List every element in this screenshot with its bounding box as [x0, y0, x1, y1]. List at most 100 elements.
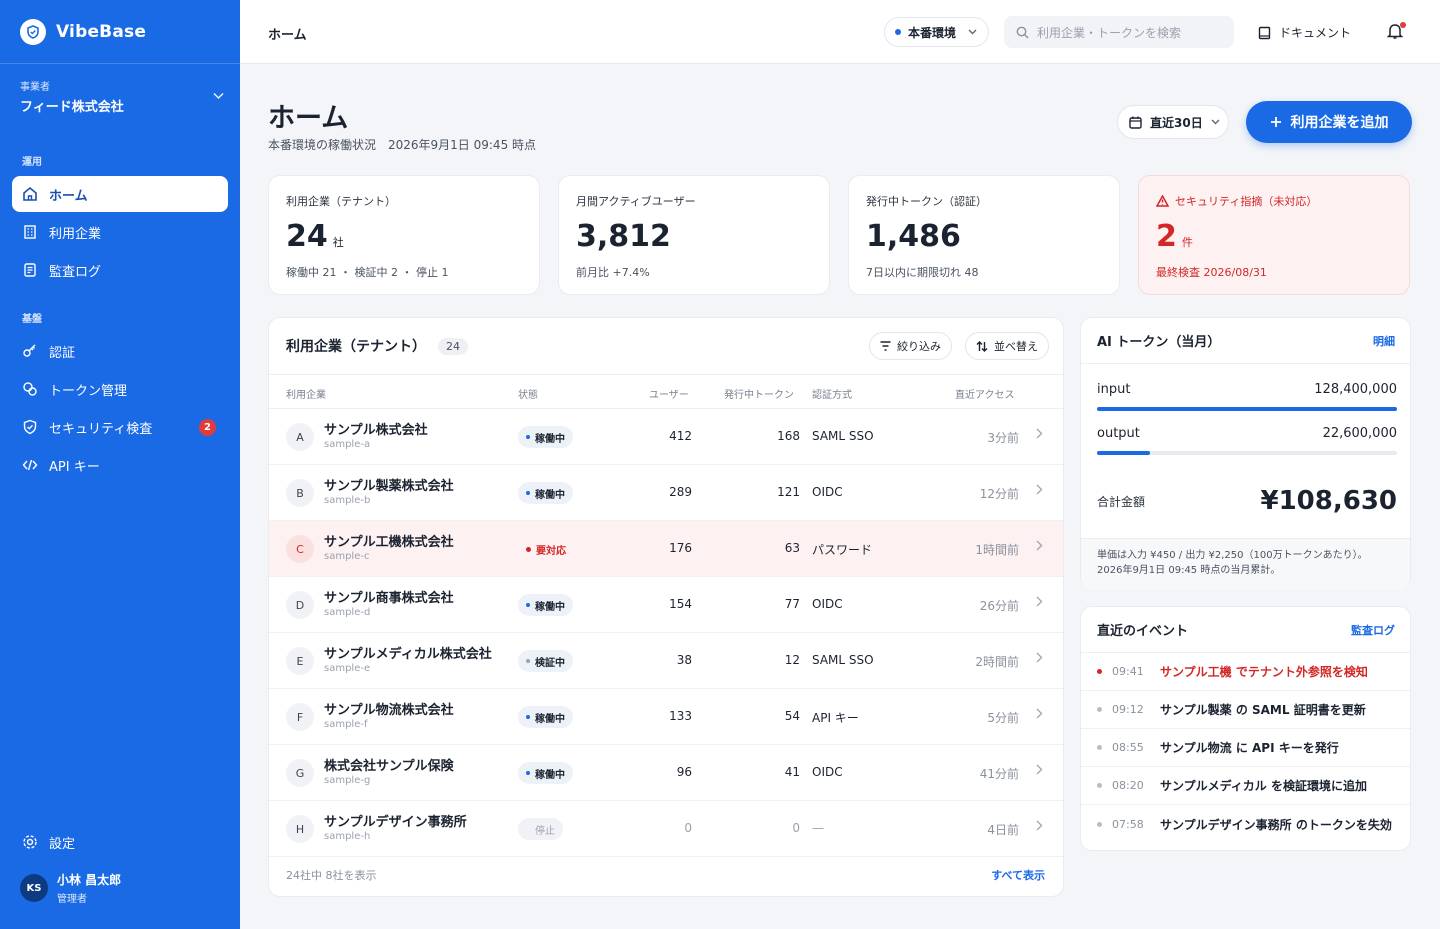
sidebar-item-label: ホーム	[49, 188, 88, 204]
table-row[interactable]: D サンプル商事株式会社 sample-d 稼働中 154 77 OIDC 26分前	[269, 577, 1063, 633]
brand[interactable]: VibeBase	[0, 0, 240, 64]
table-row[interactable]: H サンプルデザイン事務所 sample-h 停止 0 0 — 4日前	[269, 801, 1063, 857]
column-header-tokens[interactable]: 発行中トークン	[724, 386, 794, 401]
tenant-name: サンプル株式会社	[324, 423, 428, 438]
chevron-right-icon	[1036, 427, 1043, 443]
tenant-slug: sample-c	[324, 551, 370, 562]
tenant-tokens: 12	[784, 653, 800, 667]
tenant-slug: sample-g	[324, 775, 371, 786]
tenant-slug: sample-a	[324, 439, 371, 450]
input-bar	[1097, 407, 1397, 411]
table-row[interactable]: E サンプルメディカル株式会社 sample-e 検証中 38 12 SAML SSO 2時間…	[269, 633, 1063, 689]
status-label: 稼働中	[535, 713, 565, 725]
sidebar-item-audit-log[interactable]: 監査ログ	[12, 252, 228, 288]
event-item[interactable]: 09:41 サンプル工機 でテナント外参照を検知	[1081, 653, 1410, 691]
tenant-avatar: C	[286, 535, 314, 563]
user-profile[interactable]: KS 小林 昌太郎 管理者	[20, 871, 121, 905]
ai-tokens-title: AI トークン（当月）	[1097, 335, 1221, 350]
status-badge: 検証中	[518, 650, 573, 672]
filter-button[interactable]: 絞り込み	[869, 332, 952, 360]
docs-link[interactable]: ドキュメント	[1258, 24, 1351, 41]
chevron-right-icon	[1036, 483, 1043, 499]
home-icon	[22, 186, 38, 202]
status-dot	[526, 771, 530, 775]
column-header-tenant[interactable]: 利用企業	[286, 386, 326, 401]
table-row[interactable]: B サンプル製薬株式会社 sample-b 稼働中 289 121 OIDC 12分前	[269, 465, 1063, 521]
stat-label-text: セキュリティ指摘（未対応）	[1175, 195, 1318, 208]
sidebar: VibeBase 事業者 フィード株式会社 運用 ホーム 利用企業 監査ログ 基…	[0, 0, 240, 929]
stat-note: 7日以内に期限切れ 48	[866, 266, 979, 279]
tenant-tokens: 121	[777, 485, 800, 499]
audit-log-link[interactable]: 監査ログ	[1351, 622, 1395, 638]
org-switcher[interactable]: 事業者 フィード株式会社	[20, 78, 224, 115]
stat-value: 24 社	[286, 219, 522, 254]
tenant-users: 412	[669, 429, 692, 443]
stat-note: 前月比 +7.4%	[576, 266, 650, 279]
show-all-link[interactable]: すべて表示	[991, 867, 1045, 883]
chevron-down-icon	[213, 90, 224, 103]
stat-label: 月間アクティブユーザー	[576, 195, 696, 208]
column-header-users[interactable]: ユーザー	[649, 386, 689, 401]
table-row[interactable]: F サンプル物流株式会社 sample-f 稼働中 133 54 API キー 5分前	[269, 689, 1063, 745]
section-label-ops: 運用	[22, 157, 42, 168]
events-title: 直近のイベント	[1097, 624, 1189, 639]
tenant-auth-method: パスワード	[812, 543, 873, 557]
status-label: 検証中	[535, 657, 565, 669]
status-badge: 稼働中	[518, 706, 573, 728]
table-row[interactable]: C サンプル工機株式会社 sample-c 要対応 176 63 パスワード 1時間前	[269, 521, 1063, 577]
chevron-down-icon	[968, 27, 977, 38]
total-value: ¥108,630	[1260, 486, 1397, 516]
status-badge: 要対応	[518, 538, 574, 560]
pricing-note-line: 単価は入力 ¥450 / 出力 ¥2,250（100万トークンあたり）。	[1097, 550, 1368, 561]
event-item[interactable]: 07:58 サンプルデザイン事務所 のトークンを失効	[1081, 805, 1410, 843]
event-item[interactable]: 09:12 サンプル製薬 の SAML 証明書を更新	[1081, 691, 1410, 729]
sidebar-item-tenants[interactable]: 利用企業	[12, 214, 228, 250]
events-header: 直近のイベント 監査ログ	[1081, 607, 1410, 653]
details-link[interactable]: 明細	[1373, 333, 1395, 349]
status-dot	[526, 603, 530, 607]
sort-button[interactable]: 並べ替え	[965, 332, 1049, 360]
input-meter: input 128,400,000	[1097, 382, 1397, 411]
table-row[interactable]: G 株式会社サンプル保険 sample-g 稼働中 96 41 OIDC 41分前	[269, 745, 1063, 801]
sort-icon	[976, 340, 988, 352]
tenant-avatar: D	[286, 591, 314, 619]
status-badge: 停止	[518, 818, 563, 840]
stat-card-security[interactable]: セキュリティ指摘（未対応） 2件 最終検査 2026/08/31	[1138, 175, 1410, 295]
status-label: 稼働中	[535, 601, 565, 613]
sidebar-item-security[interactable]: セキュリティ検査 2	[12, 409, 228, 445]
status-label: 稼働中	[535, 769, 565, 781]
stat-card-tokens: 発行中トークン（認証） 1,486 7日以内に期限切れ 48	[848, 175, 1120, 295]
page-subtitle: 本番環境の稼働状況 2026年9月1日 09:45 時点	[268, 138, 537, 152]
sidebar-item-tokens[interactable]: トークン管理	[12, 371, 228, 407]
event-text: サンプルメディカル を検証環境に追加	[1160, 779, 1367, 793]
status-dot	[526, 491, 530, 495]
add-tenant-button[interactable]: 利用企業を追加	[1246, 101, 1412, 143]
event-item[interactable]: 08:20 サンプルメディカル を検証環境に追加	[1081, 767, 1410, 805]
column-header-auth[interactable]: 認証方式	[812, 386, 852, 401]
sidebar-item-settings[interactable]: 設定	[12, 824, 228, 860]
output-bar-fill	[1097, 451, 1150, 455]
status-dot	[526, 715, 530, 719]
notification-button[interactable]	[1386, 22, 1406, 44]
sidebar-item-home[interactable]: ホーム	[12, 176, 228, 212]
event-item[interactable]: 08:55 サンプル物流 に API キーを発行	[1081, 729, 1410, 767]
tenant-last-access: 12分前	[979, 487, 1019, 501]
search-input[interactable]: 利用企業・トークンを検索	[1004, 16, 1234, 48]
sidebar-item-api-keys[interactable]: API キー	[12, 447, 228, 483]
tenant-avatar: E	[286, 647, 314, 675]
chevron-right-icon	[1036, 819, 1043, 835]
tenants-table-card: 利用企業（テナント） 24 絞り込み 並べ替え 利用企業 状態 ユーザー 発行中…	[268, 317, 1064, 897]
column-header-recent[interactable]: 直近アクセス	[955, 386, 1015, 401]
tenant-users: 38	[676, 653, 692, 667]
column-header-status[interactable]: 状態	[518, 386, 538, 401]
tenant-last-access: 3分前	[987, 431, 1019, 445]
chevron-right-icon	[1036, 595, 1043, 611]
env-status-dot	[895, 29, 901, 35]
date-range-selector[interactable]: 直近30日	[1117, 105, 1229, 139]
table-row[interactable]: A サンプル株式会社 sample-a 稼働中 412 168 SAML SSO 3分前	[269, 409, 1063, 465]
org-name: フィード株式会社	[20, 100, 124, 115]
sidebar-item-auth[interactable]: 認証	[12, 333, 228, 369]
tenant-users: 96	[676, 765, 692, 779]
status-badge: 稼働中	[518, 762, 573, 784]
environment-selector[interactable]: 本番環境	[884, 17, 989, 47]
